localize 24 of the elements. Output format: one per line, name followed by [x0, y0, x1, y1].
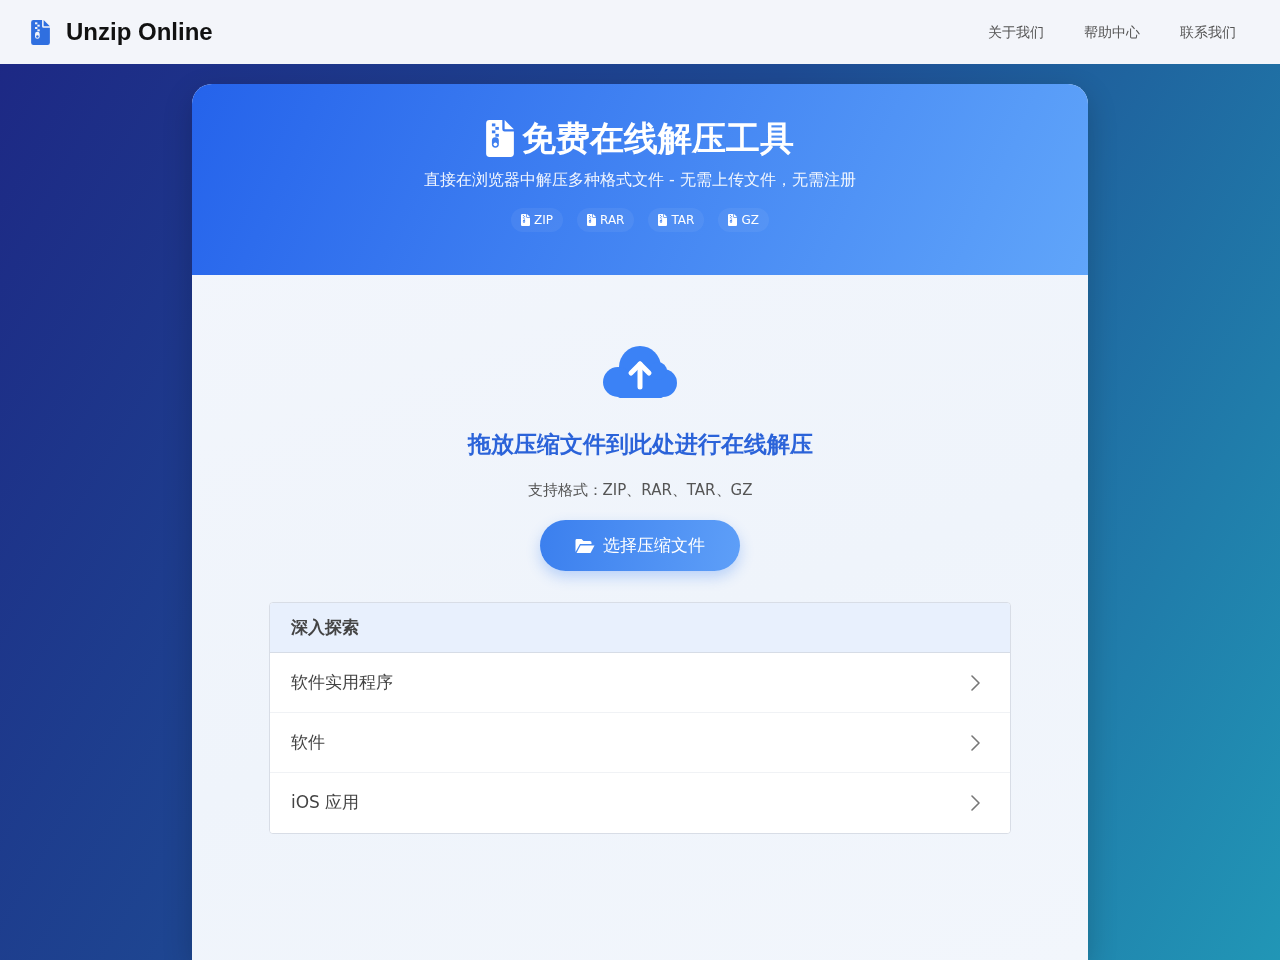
hero-subtitle: 直接在浏览器中解压多种格式文件 - 无需上传文件，无需注册 — [424, 169, 856, 191]
format-chip: RAR — [577, 208, 635, 232]
zip-file-icon — [486, 119, 514, 157]
explore-heading: 深入探索 — [291, 615, 359, 639]
format-chip: ZIP — [511, 208, 564, 232]
zip-file-icon — [31, 19, 50, 45]
chevron-right-icon — [971, 795, 980, 811]
zip-file-icon — [521, 214, 531, 226]
format-chip: TAR — [648, 208, 705, 232]
nav-link[interactable]: 关于我们 — [988, 21, 1044, 43]
zip-file-icon — [587, 214, 597, 226]
brand-name[interactable]: Unzip Online — [66, 14, 213, 50]
cloud-upload-icon — [602, 345, 678, 398]
zip-file-icon — [658, 214, 668, 226]
nav-link[interactable]: 联系我们 — [1180, 21, 1236, 43]
nav-link[interactable]: 帮助中心 — [1084, 21, 1140, 43]
folder-icon — [575, 537, 595, 554]
zip-file-icon — [728, 214, 738, 226]
format-chip: GZ — [718, 208, 769, 232]
chevron-right-icon — [971, 734, 980, 751]
dropzone-heading: 拖放压缩文件到此处进行在线解压 — [467, 430, 813, 459]
chevron-right-icon — [971, 674, 980, 691]
hero-title: 免费在线解压工具 — [522, 117, 794, 160]
supported-formats-text: 支持格式：ZIP、RAR、TAR、GZ — [527, 479, 753, 501]
